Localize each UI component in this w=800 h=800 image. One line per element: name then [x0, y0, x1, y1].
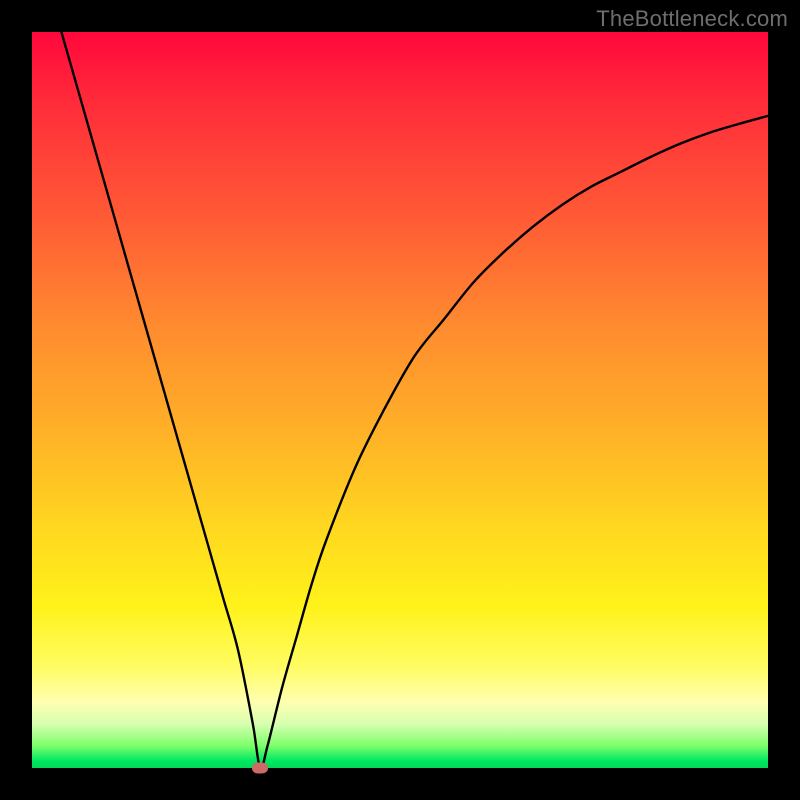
- chart-frame: TheBottleneck.com: [0, 0, 800, 800]
- plot-area: [32, 32, 768, 768]
- bottleneck-curve: [61, 32, 768, 769]
- watermark-text: TheBottleneck.com: [596, 6, 788, 32]
- curve-layer: [32, 32, 768, 768]
- minimum-marker: [252, 763, 268, 774]
